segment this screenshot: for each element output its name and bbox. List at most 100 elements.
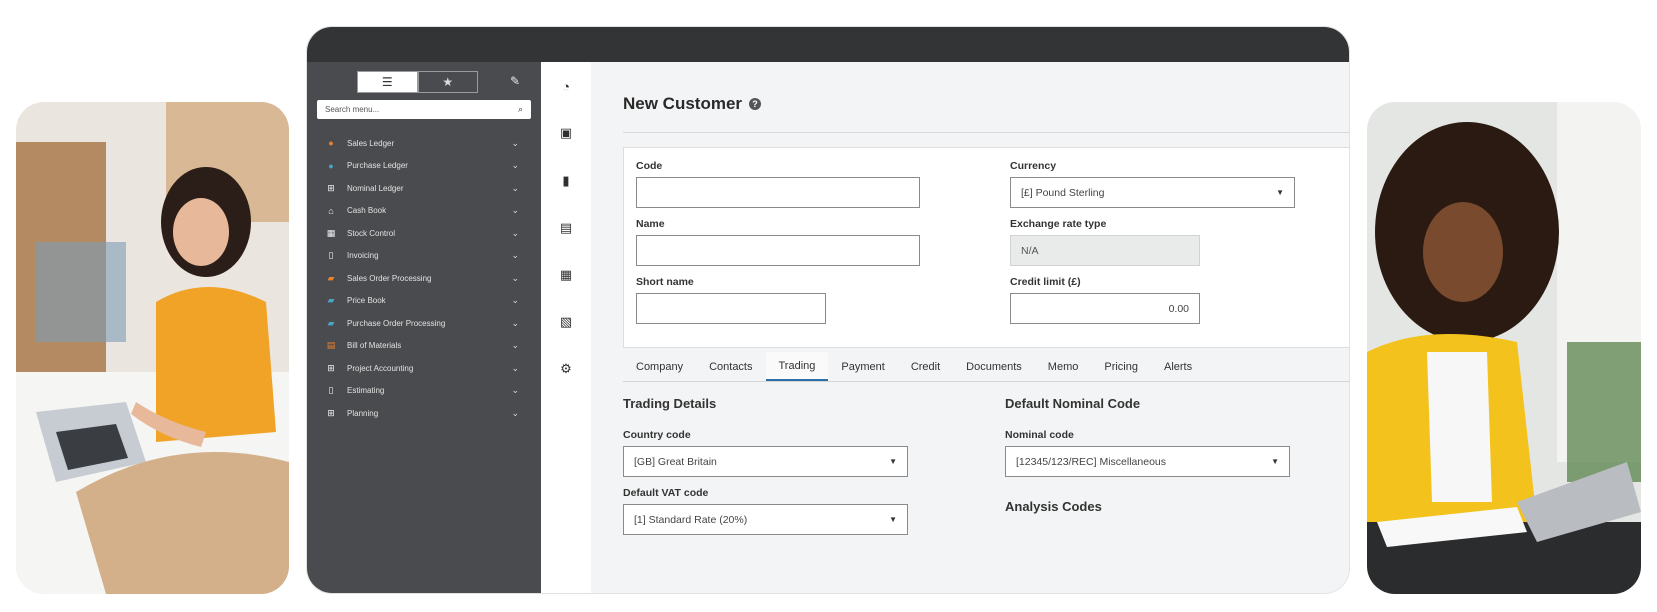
sidebar-item-label: Stock Control <box>347 228 396 238</box>
tab-payment[interactable]: Payment <box>828 352 897 381</box>
sidebar-item-estimating[interactable]: ▯ Estimating ⌄ <box>307 380 541 403</box>
photo-woman-writing <box>1367 102 1641 594</box>
customer-tabs: Company Contacts Trading Payment Credit … <box>623 352 1349 382</box>
nominal-code-value: [12345/123/REC] Miscellaneous <box>1016 455 1167 468</box>
sidebar-item-sales-ledger[interactable]: ● Sales Ledger ⌄ <box>307 132 541 155</box>
credit-limit-field[interactable]: 0.00 <box>1010 293 1200 324</box>
sidebar-item-purchase-order-processing[interactable]: ▰ Purchase Order Processing ⌄ <box>307 312 541 335</box>
currency-label: Currency <box>1010 160 1057 172</box>
tab-trading[interactable]: Trading <box>765 352 829 381</box>
icon-rail: ◔ ▣ ▮ ▤ ▦ ▧ ⚙ <box>541 62 591 593</box>
tab-credit[interactable]: Credit <box>898 352 953 381</box>
chevron-down-icon[interactable]: ⌄ <box>511 183 519 194</box>
photo-woman-packing <box>16 102 289 594</box>
tab-alerts[interactable]: Alerts <box>1151 352 1205 381</box>
page-title: New Customer ? <box>623 94 762 114</box>
sidebar-item-label: Purchase Order Processing <box>347 318 446 328</box>
dashboard-icon[interactable]: ◔ <box>557 77 575 95</box>
square-plus-icon: ⊞ <box>327 407 335 418</box>
credit-limit-label: Credit limit (£) <box>1010 276 1081 288</box>
default-vat-code-value: [1] Standard Rate (20%) <box>634 513 748 526</box>
sidebar-item-label: Cash Book <box>347 206 387 216</box>
order-icon: ▰ <box>327 272 335 283</box>
country-code-select[interactable]: [GB] Great Britain ▼ <box>623 446 908 477</box>
default-vat-code-label: Default VAT code <box>623 487 709 499</box>
boxes-icon[interactable]: ▦ <box>557 266 575 284</box>
sidebar-item-sales-order-processing[interactable]: ▰ Sales Order Processing ⌄ <box>307 267 541 290</box>
document-icon: ▯ <box>328 385 334 396</box>
divider <box>623 132 1349 133</box>
tab-memo[interactable]: Memo <box>1035 352 1092 381</box>
sidebar-item-label: Planning <box>347 408 379 418</box>
search-icon[interactable]: ⌕ <box>518 104 523 115</box>
menu-view-button[interactable]: ☰ <box>357 71 418 93</box>
main-content: New Customer ? Code Name Short name Curr… <box>591 62 1349 593</box>
chevron-down-icon[interactable]: ⌄ <box>511 205 519 216</box>
chevron-down-icon[interactable]: ⌄ <box>511 385 519 396</box>
chevron-down-icon[interactable]: ⌄ <box>511 295 519 306</box>
report-icon[interactable]: ▧ <box>557 313 575 331</box>
code-label: Code <box>636 160 663 172</box>
chevron-down-icon[interactable]: ⌄ <box>511 138 519 149</box>
chevron-down-icon[interactable]: ⌄ <box>511 228 519 239</box>
sidebar-item-planning[interactable]: ⊞ Planning ⌄ <box>307 402 541 425</box>
list-icon: ☰ <box>381 75 393 89</box>
sidebar-item-label: Sales Ledger <box>347 138 395 148</box>
chevron-down-icon[interactable]: ⌄ <box>511 318 519 329</box>
short-name-label: Short name <box>636 276 694 288</box>
chevron-down-icon[interactable]: ⌄ <box>511 408 519 419</box>
nominal-code-label: Nominal code <box>1005 429 1074 441</box>
pencil-icon[interactable]: ✎ <box>510 74 520 88</box>
code-field[interactable] <box>636 177 920 208</box>
caret-down-icon: ▼ <box>1271 457 1279 466</box>
sidebar-item-cash-book[interactable]: ⌂ Cash Book ⌄ <box>307 200 541 223</box>
sidebar-menu: ● Sales Ledger ⌄ ● Purchase Ledger ⌄ ⊞ Nomina… <box>307 132 541 425</box>
default-vat-code-select[interactable]: [1] Standard Rate (20%) ▼ <box>623 504 908 535</box>
caret-down-icon: ▼ <box>889 457 897 466</box>
sidebar-item-bill-of-materials[interactable]: ▤ Bill of Materials ⌄ <box>307 335 541 358</box>
tab-documents[interactable]: Documents <box>953 352 1035 381</box>
trading-details-title: Trading Details <box>623 396 717 411</box>
sidebar-item-stock-control[interactable]: ▦ Stock Control ⌄ <box>307 222 541 245</box>
menu-search: ⌕ <box>317 100 531 119</box>
square-plus-icon: ⊞ <box>327 182 335 193</box>
calculator-icon[interactable]: ▮ <box>557 172 575 190</box>
currency-select[interactable]: [£] Pound Sterling ▼ <box>1010 177 1295 208</box>
sidebar: ☰ ★ ✎ ⌕ ● Sales Ledger ⌄ ● Purchase Ledger ⌄… <box>307 62 541 593</box>
app-window: ☰ ★ ✎ ⌕ ● Sales Ledger ⌄ ● Purchase Ledger ⌄… <box>306 26 1350 594</box>
exchange-rate-type-label: Exchange rate type <box>1010 218 1107 230</box>
favourites-view-button[interactable]: ★ <box>417 71 478 93</box>
short-name-field[interactable] <box>636 293 826 324</box>
book-icon[interactable]: ▣ <box>557 124 575 142</box>
caret-down-icon: ▼ <box>1276 188 1284 197</box>
id-card-icon[interactable]: ▤ <box>557 219 575 237</box>
document-icon: ▯ <box>328 250 334 261</box>
sidebar-item-invoicing[interactable]: ▯ Invoicing ⌄ <box>307 245 541 268</box>
name-field[interactable] <box>636 235 920 266</box>
tab-company[interactable]: Company <box>623 352 696 381</box>
window-title-bar <box>307 27 1349 62</box>
sidebar-item-label: Sales Order Processing <box>347 273 432 283</box>
sidebar-item-label: Price Book <box>347 296 386 306</box>
sidebar-item-project-accounting[interactable]: ⊞ Project Accounting ⌄ <box>307 357 541 380</box>
chevron-down-icon[interactable]: ⌄ <box>511 250 519 261</box>
question-icon[interactable]: ? <box>749 98 762 110</box>
star-icon: ★ <box>442 75 454 89</box>
sidebar-item-nominal-ledger[interactable]: ⊞ Nominal Ledger ⌄ <box>307 177 541 200</box>
tab-pricing[interactable]: Pricing <box>1091 352 1151 381</box>
search-menu-input[interactable] <box>325 105 518 114</box>
sidebar-item-price-book[interactable]: ▰ Price Book ⌄ <box>307 290 541 313</box>
sidebar-item-purchase-ledger[interactable]: ● Purchase Ledger ⌄ <box>307 155 541 178</box>
boxes-icon: ▦ <box>326 227 336 238</box>
sidebar-item-label: Estimating <box>347 386 385 396</box>
chevron-down-icon[interactable]: ⌄ <box>511 273 519 284</box>
sidebar-item-label: Project Accounting <box>347 363 414 373</box>
settings-icon[interactable]: ⚙ <box>557 360 575 378</box>
default-nominal-code-title: Default Nominal Code <box>1005 396 1141 411</box>
sidebar-item-label: Purchase Ledger <box>347 161 408 171</box>
chevron-down-icon[interactable]: ⌄ <box>511 160 519 171</box>
chevron-down-icon[interactable]: ⌄ <box>511 340 519 351</box>
tab-contacts[interactable]: Contacts <box>696 352 765 381</box>
nominal-code-select[interactable]: [12345/123/REC] Miscellaneous ▼ <box>1005 446 1290 477</box>
chevron-down-icon[interactable]: ⌄ <box>511 363 519 374</box>
